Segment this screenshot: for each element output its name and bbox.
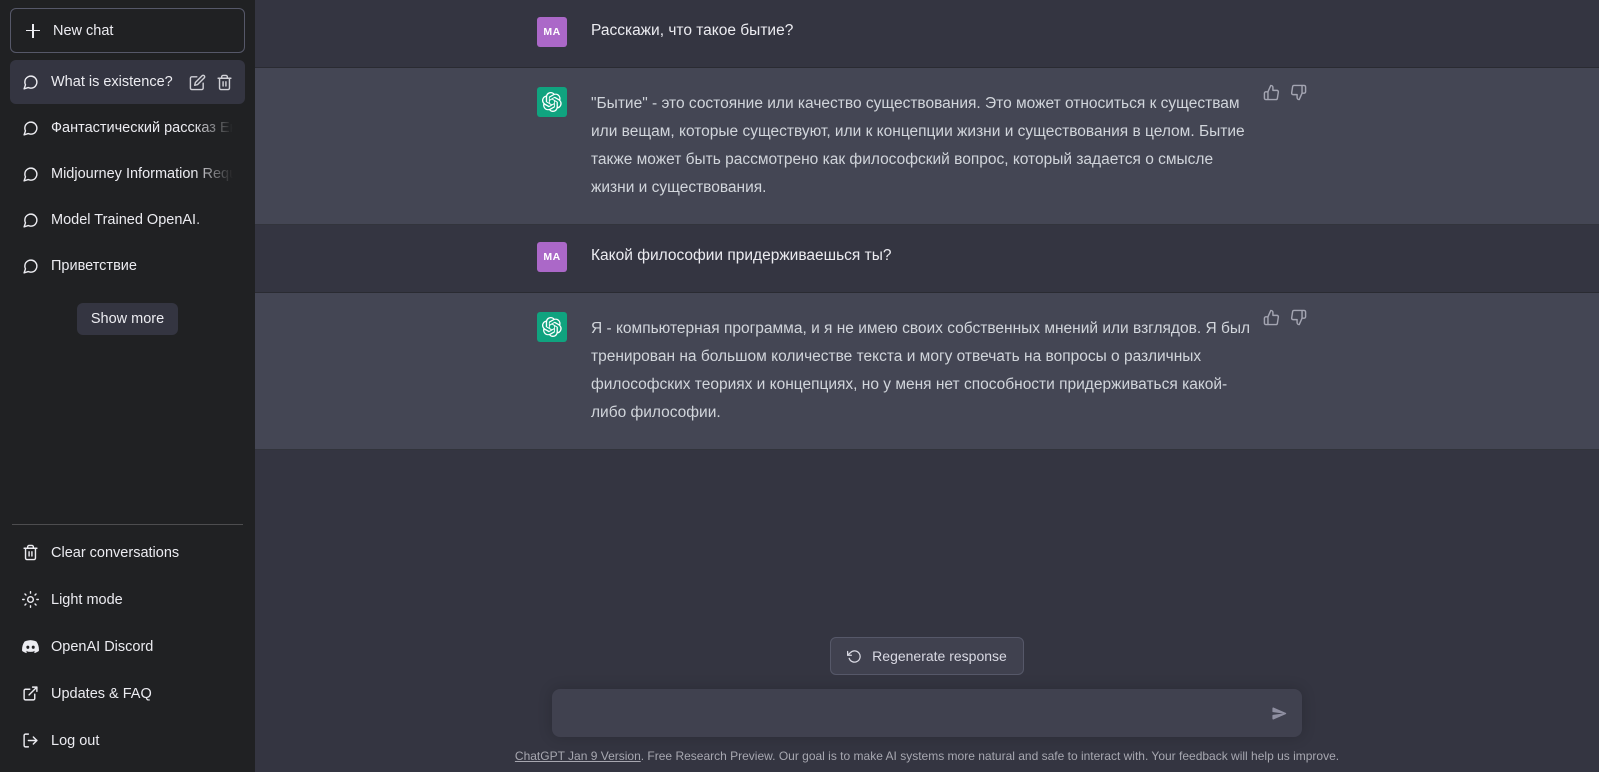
message-input[interactable]: [568, 701, 1256, 725]
message-row-user: MA Какой философии придерживаешься ты?: [255, 225, 1599, 293]
conversation-title: What is existence?: [51, 74, 173, 90]
conversation-row-actions: [189, 74, 233, 91]
sun-icon: [22, 591, 39, 608]
message-row-assistant: Я - компьютерная программа, и я не имею …: [255, 293, 1599, 450]
main-panel: MA Расскажи, что такое бытие? "Бытие" - …: [255, 0, 1599, 772]
send-icon: [1271, 706, 1286, 720]
thumbs-up-icon[interactable]: [1263, 84, 1280, 101]
footer-disclaimer: ChatGPT Jan 9 Version. Free Research Pre…: [515, 748, 1339, 764]
regenerate-container: Regenerate response: [830, 637, 1024, 675]
chat-bubble-icon: [23, 166, 38, 182]
chat-bubble-icon: [23, 120, 38, 136]
discord-icon: [22, 640, 39, 654]
feedback-controls: [1263, 84, 1307, 101]
sidebar-item-conversation-2[interactable]: Midjourney Information Reque: [10, 152, 245, 196]
trash-icon[interactable]: [216, 74, 233, 91]
new-chat-button[interactable]: New chat: [10, 8, 245, 53]
conversation-title: Midjourney Information Reque: [51, 166, 233, 182]
menu-label: Clear conversations: [51, 544, 180, 561]
sidebar: New chat What is existence? Фантастическ…: [0, 0, 255, 772]
composer-zone: Regenerate response ChatGPT Jan 9 Versio…: [255, 637, 1599, 772]
chat-bubble-icon: [23, 74, 38, 90]
sidebar-divider: [12, 524, 243, 525]
new-chat-label: New chat: [53, 22, 114, 39]
chat-bubble-icon: [23, 258, 38, 274]
menu-label: Light mode: [51, 591, 123, 608]
avatar: MA: [537, 17, 567, 47]
openai-logo-icon: [542, 92, 562, 112]
edit-pencil-icon[interactable]: [189, 74, 206, 91]
message-text: Какой философии придерживаешься ты?: [591, 247, 892, 264]
external-link-icon: [23, 686, 38, 701]
message-text: "Бытие" - это состояние или качество сущ…: [591, 95, 1249, 196]
trash-icon: [23, 544, 38, 561]
sidebar-item-clear-conversations[interactable]: Clear conversations: [10, 529, 245, 576]
feedback-controls: [1263, 309, 1307, 326]
version-link[interactable]: ChatGPT Jan 9 Version: [515, 749, 641, 763]
thumbs-up-icon[interactable]: [1263, 309, 1280, 326]
conversation-title: Model Trained OpenAI.: [51, 212, 201, 228]
sidebar-item-conversation-3[interactable]: Model Trained OpenAI.: [10, 198, 245, 242]
openai-logo-icon: [542, 317, 562, 337]
thumbs-down-icon[interactable]: [1290, 309, 1307, 326]
sidebar-item-log-out[interactable]: Log out: [10, 717, 245, 764]
conversation-title: Фантастический рассказ Енот: [51, 120, 233, 136]
chatgpt-app: New chat What is existence? Фантастическ…: [0, 0, 1599, 772]
sidebar-item-conversation-4[interactable]: Приветствие: [10, 244, 245, 288]
sidebar-item-conversation-0[interactable]: What is existence?: [10, 60, 245, 104]
menu-label: Log out: [51, 732, 100, 749]
conversation-title: Приветствие: [51, 258, 137, 274]
sidebar-item-openai-discord[interactable]: OpenAI Discord: [10, 623, 245, 670]
regenerate-response-button[interactable]: Regenerate response: [830, 637, 1024, 675]
regenerate-label: Regenerate response: [872, 648, 1007, 664]
sidebar-item-conversation-1[interactable]: Фантастический рассказ Енот: [10, 106, 245, 150]
avatar: MA: [537, 242, 567, 272]
show-more-button[interactable]: Show more: [76, 303, 179, 335]
avatar-openai-logo: [537, 312, 567, 342]
send-button[interactable]: [1266, 700, 1292, 726]
sidebar-item-light-mode[interactable]: Light mode: [10, 576, 245, 623]
plus-icon: [25, 23, 41, 39]
avatar-openai-logo: [537, 87, 567, 117]
message-row-assistant: "Бытие" - это состояние или качество сущ…: [255, 68, 1599, 225]
conversation-list: What is existence? Фантастический расска…: [8, 59, 247, 289]
thumbs-down-icon[interactable]: [1290, 84, 1307, 101]
message-thread: MA Расскажи, что такое бытие? "Бытие" - …: [255, 0, 1599, 450]
refresh-icon: [847, 649, 861, 663]
footer-rest-text: . Free Research Preview. Our goal is to …: [640, 749, 1340, 763]
message-text: Я - компьютерная программа, и я не имею …: [591, 320, 1255, 421]
menu-label: OpenAI Discord: [51, 638, 154, 655]
composer-box: [552, 689, 1302, 737]
show-more-container: Show more: [8, 303, 247, 335]
chat-bubble-icon: [23, 212, 38, 228]
sidebar-item-updates-faq[interactable]: Updates & FAQ: [10, 670, 245, 717]
menu-label: Updates & FAQ: [51, 685, 152, 702]
message-text: Расскажи, что такое бытие?: [591, 22, 794, 39]
logout-icon: [23, 733, 38, 748]
message-row-user: MA Расскажи, что такое бытие?: [255, 0, 1599, 68]
